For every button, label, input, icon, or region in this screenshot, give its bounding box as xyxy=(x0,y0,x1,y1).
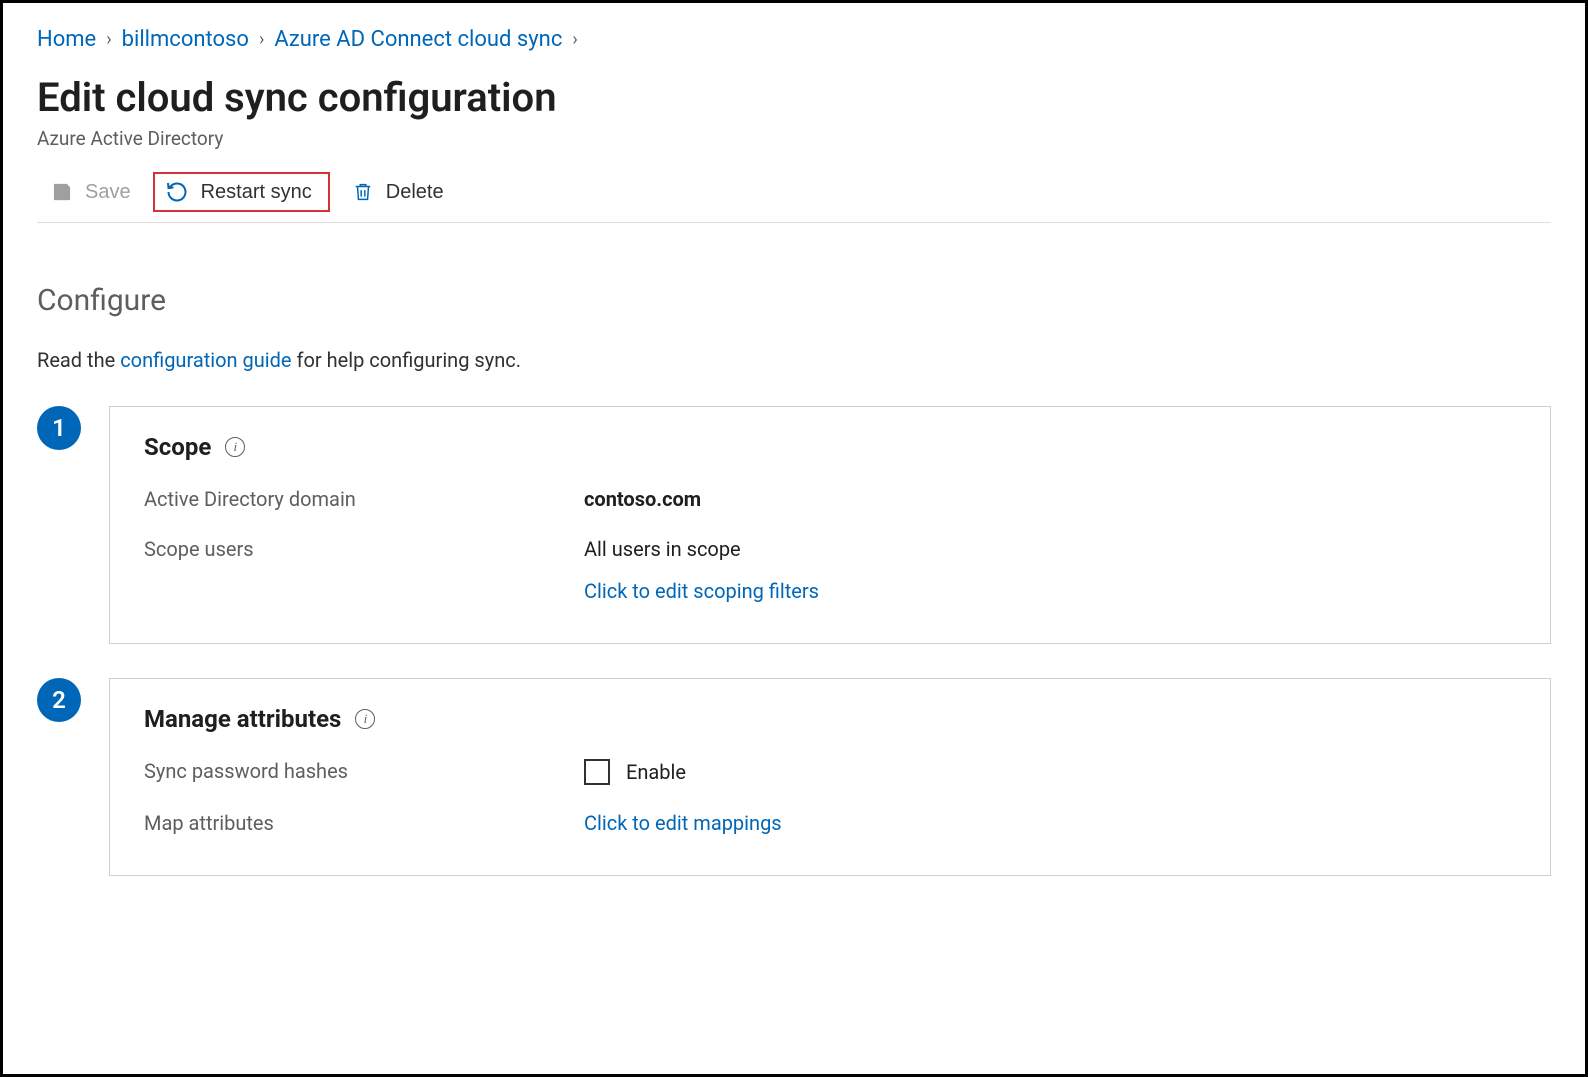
ad-domain-value: contoso.com xyxy=(584,487,1516,511)
sync-password-label: Sync password hashes xyxy=(144,759,584,785)
map-attributes-label: Map attributes xyxy=(144,811,584,835)
enable-sync-checkbox-label: Enable xyxy=(626,760,686,784)
step-manage-attributes: 2 Manage attributes i Sync password hash… xyxy=(37,678,1551,876)
edit-scoping-filters-link[interactable]: Click to edit scoping filters xyxy=(584,579,819,603)
scope-users-text: All users in scope xyxy=(584,537,1516,561)
restart-icon xyxy=(165,180,189,204)
restart-sync-button[interactable]: Restart sync xyxy=(153,172,330,212)
intro-suffix: for help configuring sync. xyxy=(292,348,521,372)
save-button[interactable]: Save xyxy=(37,173,145,212)
delete-label: Delete xyxy=(386,181,444,204)
step-badge-1: 1 xyxy=(37,406,81,450)
breadcrumb-cloud-sync[interactable]: Azure AD Connect cloud sync xyxy=(274,27,562,52)
chevron-right-icon: › xyxy=(106,29,111,50)
scope-title: Scope xyxy=(144,433,211,461)
scope-users-label: Scope users xyxy=(144,537,584,603)
delete-button[interactable]: Delete xyxy=(338,173,458,212)
scope-users-value: All users in scope Click to edit scoping… xyxy=(584,537,1516,603)
page-title: Edit cloud sync configuration xyxy=(37,74,1551,121)
save-icon xyxy=(51,181,73,203)
breadcrumb: Home › billmcontoso › Azure AD Connect c… xyxy=(37,27,1551,52)
restart-label: Restart sync xyxy=(201,181,312,204)
configuration-guide-link[interactable]: configuration guide xyxy=(120,348,291,372)
configure-heading: Configure xyxy=(37,283,1551,318)
breadcrumb-tenant[interactable]: billmcontoso xyxy=(122,27,249,52)
page-subtitle: Azure Active Directory xyxy=(37,127,1551,150)
chevron-right-icon: › xyxy=(572,29,577,50)
info-icon[interactable]: i xyxy=(225,437,245,457)
toolbar: Save Restart sync Delete xyxy=(37,172,1551,223)
step-badge-2: 2 xyxy=(37,678,81,722)
manage-attributes-card: Manage attributes i Sync password hashes… xyxy=(109,678,1551,876)
scope-card: Scope i Active Directory domain contoso.… xyxy=(109,406,1551,644)
info-icon[interactable]: i xyxy=(355,709,375,729)
breadcrumb-home[interactable]: Home xyxy=(37,27,96,52)
manage-attributes-title: Manage attributes xyxy=(144,705,341,733)
edit-mappings-link[interactable]: Click to edit mappings xyxy=(584,811,782,835)
configure-intro: Read the configuration guide for help co… xyxy=(37,348,1551,372)
delete-icon xyxy=(352,181,374,203)
chevron-right-icon: › xyxy=(259,29,264,50)
intro-prefix: Read the xyxy=(37,348,120,372)
enable-sync-checkbox[interactable] xyxy=(584,759,610,785)
ad-domain-label: Active Directory domain xyxy=(144,487,584,511)
save-label: Save xyxy=(85,181,131,204)
step-scope: 1 Scope i Active Directory domain contos… xyxy=(37,406,1551,644)
